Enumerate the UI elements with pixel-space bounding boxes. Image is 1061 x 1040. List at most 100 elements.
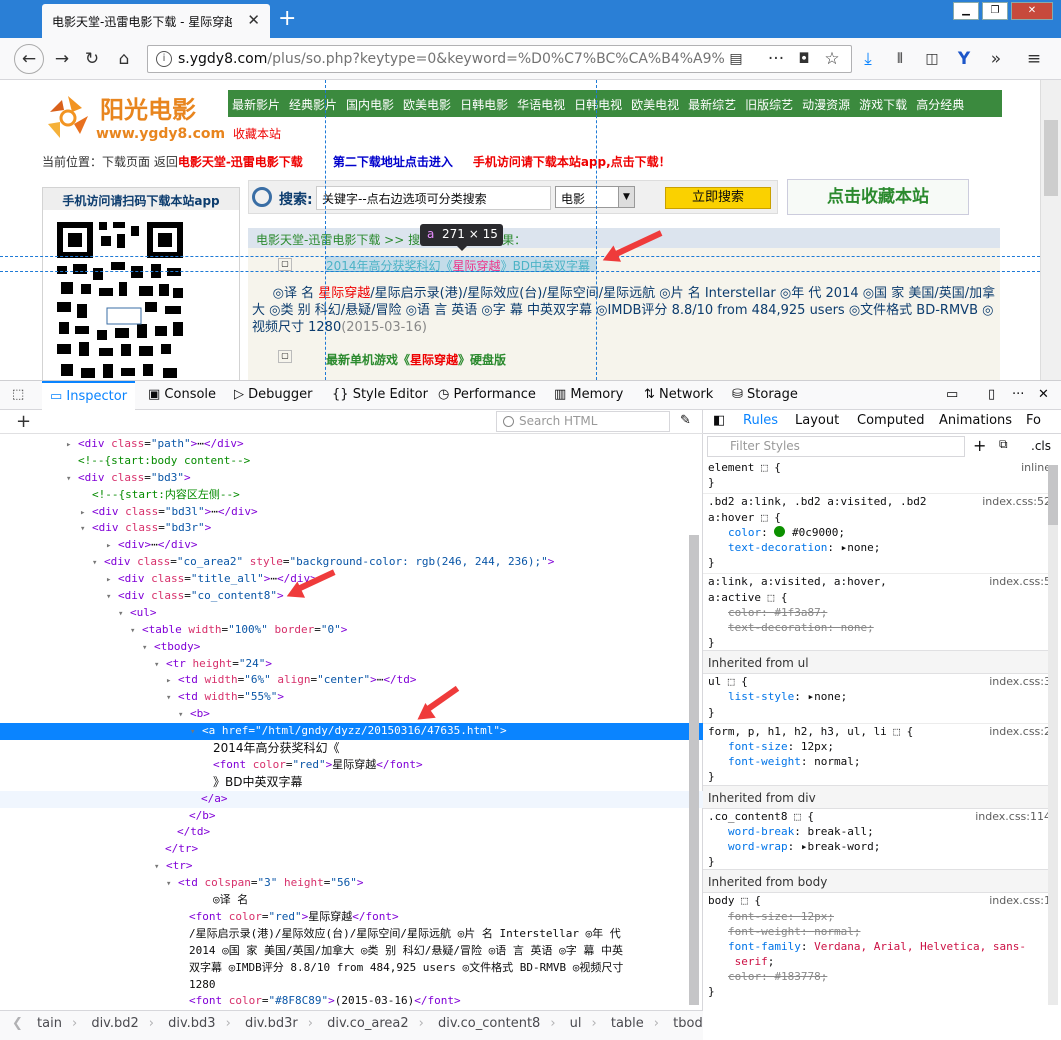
- markup-line[interactable]: ▾ <td width="55%">: [0, 689, 703, 706]
- tab-rules[interactable]: Rules: [743, 413, 778, 428]
- markup-line[interactable]: <font color="red">星际穿越</font>: [0, 909, 703, 926]
- reader-view-icon[interactable]: ▤: [722, 46, 750, 72]
- pocket-icon[interactable]: ◘: [790, 46, 818, 72]
- markup-text[interactable]: 》BD中英双字幕: [0, 774, 703, 791]
- pick-element-icon[interactable]: ⬚: [4, 381, 32, 410]
- back-icon[interactable]: ←: [14, 44, 44, 74]
- markup-line[interactable]: ▾ <tr height="24">: [0, 656, 703, 673]
- tab-network[interactable]: ⇅ Network: [636, 381, 721, 410]
- scroll-thumb[interactable]: [1048, 465, 1058, 525]
- nav-item[interactable]: 旧版综艺: [745, 98, 793, 112]
- forward-icon[interactable]: →: [48, 46, 76, 72]
- markup-line[interactable]: ▾ <ul>: [0, 605, 703, 622]
- markup-line[interactable]: <!--{start:内容区左侧-->: [0, 487, 703, 504]
- markup-line[interactable]: ▸ <div>⋯</div>: [0, 537, 703, 554]
- nav-item[interactable]: 动漫资源: [802, 98, 850, 112]
- breadcrumb-item[interactable]: div.co_area2: [327, 1016, 409, 1031]
- downloads-icon[interactable]: ⤓: [854, 46, 882, 72]
- extension-icon[interactable]: Y: [950, 46, 978, 72]
- category-select[interactable]: 电影 ▼: [555, 186, 635, 208]
- markup-line[interactable]: ▾ <div class="bd3">: [0, 470, 703, 487]
- browser-tab[interactable]: 电影天堂-迅雷电影下载 - 星际穿越 ✕: [42, 4, 270, 38]
- nav-item[interactable]: 最新综艺: [688, 98, 736, 112]
- breadcrumb-item[interactable]: tbody: [673, 1016, 703, 1031]
- markup-text[interactable]: 2014年高分获奖科幻《: [0, 740, 703, 757]
- markup-line[interactable]: </tr>: [0, 841, 703, 858]
- tab-debugger[interactable]: ▷ Debugger: [226, 381, 321, 410]
- add-rule-icon[interactable]: +: [973, 436, 986, 455]
- tab-close-icon[interactable]: ✕: [247, 11, 260, 29]
- home-icon[interactable]: ⌂: [110, 46, 138, 72]
- markup-line[interactable]: ▾ <td colspan="3" height="56">: [0, 875, 703, 892]
- nav-item[interactable]: 欧美电影: [403, 98, 451, 112]
- tab-fonts[interactable]: Fo: [1026, 413, 1041, 428]
- rules-scrollbar[interactable]: [1048, 465, 1058, 1005]
- markup-text[interactable]: ◎译 名: [0, 892, 703, 909]
- breadcrumb-item[interactable]: div.bd3: [168, 1016, 215, 1031]
- breadcrumb-item[interactable]: tain: [37, 1016, 62, 1031]
- window-close-button[interactable]: ✕: [1011, 2, 1053, 20]
- nav-item[interactable]: 最新影片: [232, 98, 280, 112]
- markup-line[interactable]: ▾ <tr>: [0, 858, 703, 875]
- menu-icon[interactable]: ≡: [1020, 46, 1048, 72]
- pseudo-class-icon[interactable]: ⧉: [999, 437, 1008, 452]
- site-info-icon[interactable]: i: [156, 51, 172, 67]
- sidebar-icon[interactable]: ◫: [918, 46, 946, 72]
- markup-line[interactable]: <font color="#8F8C89">(2015-03-16)</font…: [0, 993, 703, 1010]
- breadcrumb-item[interactable]: ul: [570, 1016, 582, 1031]
- dock-icon[interactable]: ▭: [938, 381, 966, 410]
- breadcrumb-item[interactable]: div.bd3r: [245, 1016, 298, 1031]
- markup-line[interactable]: <!--{start:body content-->: [0, 453, 703, 470]
- page-actions-icon[interactable]: ···: [762, 46, 790, 72]
- tab-memory[interactable]: ▥ Memory: [546, 381, 631, 410]
- result-title-link-2[interactable]: 最新单机游戏《星际穿越》硬盘版: [326, 351, 506, 368]
- breadcrumb-item[interactable]: table: [611, 1016, 644, 1031]
- devtools-menu-icon[interactable]: ···: [1004, 381, 1032, 410]
- tab-storage[interactable]: ⛁ Storage: [724, 381, 806, 410]
- markup-line[interactable]: ▾ <div class="co_area2" style="background…: [0, 554, 703, 571]
- new-tab-button[interactable]: +: [278, 6, 298, 31]
- markup-text[interactable]: 2014 ◎国 家 美国/英国/加拿大 ◎类 别 科幻/悬疑/冒险 ◎语 言 英…: [0, 943, 703, 960]
- overflow-icon[interactable]: »: [982, 46, 1010, 72]
- add-node-icon[interactable]: +: [16, 411, 31, 432]
- nav-item[interactable]: 日韩电视: [574, 98, 622, 112]
- markup-text[interactable]: 双字幕 ◎IMDB评分 8.8/10 from 484,925 users ◎文…: [0, 960, 703, 977]
- markup-line[interactable]: <font color="red">星际穿越</font>: [0, 757, 703, 774]
- markup-text[interactable]: /星际启示录(港)/星际效应(台)/星际空间/星际远航 ◎片 名 Interst…: [0, 926, 703, 943]
- tab-console[interactable]: ▣ Console: [140, 381, 224, 410]
- site-logo[interactable]: 阳光电影 www.ygdy8.com: [42, 88, 225, 146]
- reload-icon[interactable]: ↻: [78, 46, 106, 72]
- tab-style-editor[interactable]: {} Style Editor: [324, 381, 436, 410]
- nav-item[interactable]: 欧美电视: [631, 98, 679, 112]
- markup-line[interactable]: </b>: [0, 808, 703, 825]
- bookmark-star-icon[interactable]: ☆: [818, 46, 846, 72]
- second-download-link[interactable]: 第二下载地址点击进入: [333, 155, 453, 169]
- breadcrumb-item[interactable]: div.bd2: [91, 1016, 138, 1031]
- nav-item[interactable]: 日韩电影: [460, 98, 508, 112]
- cls-button[interactable]: .cls: [1031, 439, 1051, 453]
- page-scrollbar[interactable]: [1040, 80, 1061, 380]
- nav-item[interactable]: 国内电影: [346, 98, 394, 112]
- markup-line[interactable]: ▸ <div class="title_all">⋯</div>: [0, 571, 703, 588]
- markup-line[interactable]: ▸ <td width="6%" align="center">⋯</td>: [0, 672, 703, 689]
- breadcrumb-item[interactable]: div.co_content8: [438, 1016, 540, 1031]
- filter-styles-input[interactable]: Filter Styles: [707, 436, 965, 457]
- markup-line[interactable]: ▾ <div class="bd3r">: [0, 520, 703, 537]
- search-html-input[interactable]: Search HTML: [496, 411, 670, 432]
- markup-line[interactable]: </td>: [0, 824, 703, 841]
- nav-item[interactable]: 华语电视: [517, 98, 565, 112]
- markup-scrollbar[interactable]: [689, 535, 699, 1005]
- markup-line[interactable]: </a>: [0, 790, 703, 808]
- crumb-home-link[interactable]: 电影天堂-迅雷电影下载: [178, 155, 303, 169]
- color-swatch[interactable]: [774, 525, 786, 537]
- tab-computed[interactable]: Computed: [857, 413, 925, 428]
- nav-item[interactable]: 游戏下载: [859, 98, 907, 112]
- search-input[interactable]: 关键字--点右边选项可分类搜索: [316, 186, 551, 210]
- nav-item[interactable]: 经典影片: [289, 98, 337, 112]
- nav-item[interactable]: 高分经典: [916, 98, 964, 112]
- markup-line[interactable]: ▾ <tbody>: [0, 639, 703, 656]
- search-button[interactable]: 立即搜索: [665, 187, 771, 209]
- scroll-thumb[interactable]: [1044, 120, 1058, 196]
- fav-link[interactable]: 收藏本站: [233, 125, 281, 142]
- split-icon[interactable]: ▯: [980, 381, 1003, 410]
